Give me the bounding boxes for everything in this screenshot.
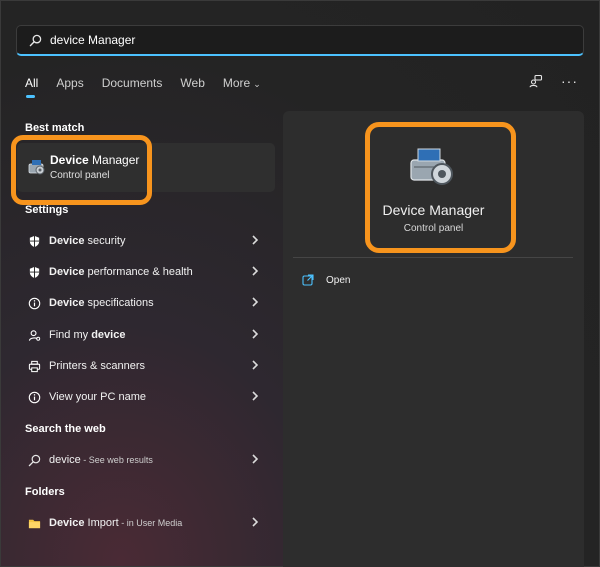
search-icon: [29, 34, 42, 46]
tab-more-label: More: [222, 76, 251, 90]
chevron-right-icon: [252, 517, 259, 527]
chevron-right-icon: [252, 235, 259, 245]
chevron-right-icon: [252, 360, 259, 370]
search-web-heading: Search the web: [25, 423, 106, 435]
printer-icon: [28, 360, 40, 372]
tab-apps[interactable]: Apps: [56, 76, 83, 90]
folder-item-device-import[interactable]: Device Import - in User Media: [20, 511, 268, 535]
open-external-icon: [302, 274, 314, 286]
highlight-annotation: [365, 122, 516, 253]
shield-icon: [29, 266, 39, 278]
chevron-right-icon: [252, 329, 259, 339]
top-actions: ···: [529, 74, 578, 88]
highlight-annotation: [11, 135, 152, 205]
tab-documents[interactable]: Documents: [102, 76, 163, 90]
settings-item-view-pc-name[interactable]: View your PC name: [20, 385, 268, 409]
settings-item-device-security[interactable]: Device security: [20, 229, 268, 253]
settings-item-find-my-device[interactable]: Find my device: [20, 323, 268, 347]
open-button[interactable]: Open: [302, 274, 350, 286]
settings-item-printers-scanners[interactable]: Printers & scanners: [20, 354, 268, 378]
person-location-icon: [28, 329, 40, 341]
tab-web[interactable]: Web: [180, 76, 204, 90]
info-icon: [28, 297, 40, 309]
best-match-heading: Best match: [25, 122, 85, 134]
settings-item-device-specifications[interactable]: Device specifications: [20, 291, 268, 315]
shield-icon: [29, 235, 39, 247]
filter-tabs: All Apps Documents Web More ⌄: [25, 76, 279, 98]
search-query: device Manager: [50, 33, 136, 47]
search-input[interactable]: device Manager: [16, 25, 584, 56]
tab-all[interactable]: All: [25, 76, 38, 98]
info-icon: [28, 391, 40, 403]
more-options-icon[interactable]: ···: [561, 74, 578, 88]
detail-divider: [293, 257, 573, 258]
web-search-result[interactable]: device - See web results: [20, 448, 268, 472]
account-switch-icon[interactable]: [529, 74, 543, 88]
chevron-down-icon: ⌄: [253, 79, 261, 89]
settings-item-device-performance[interactable]: Device performance & health: [20, 260, 268, 284]
search-icon: [28, 454, 40, 466]
open-label: Open: [326, 274, 351, 286]
settings-heading: Settings: [25, 204, 69, 216]
chevron-right-icon: [252, 297, 259, 307]
tab-more[interactable]: More ⌄: [223, 76, 261, 90]
chevron-right-icon: [252, 266, 259, 276]
folder-icon: [28, 519, 40, 528]
chevron-right-icon: [252, 454, 259, 464]
chevron-right-icon: [252, 391, 259, 401]
folders-heading: Folders: [25, 486, 65, 498]
